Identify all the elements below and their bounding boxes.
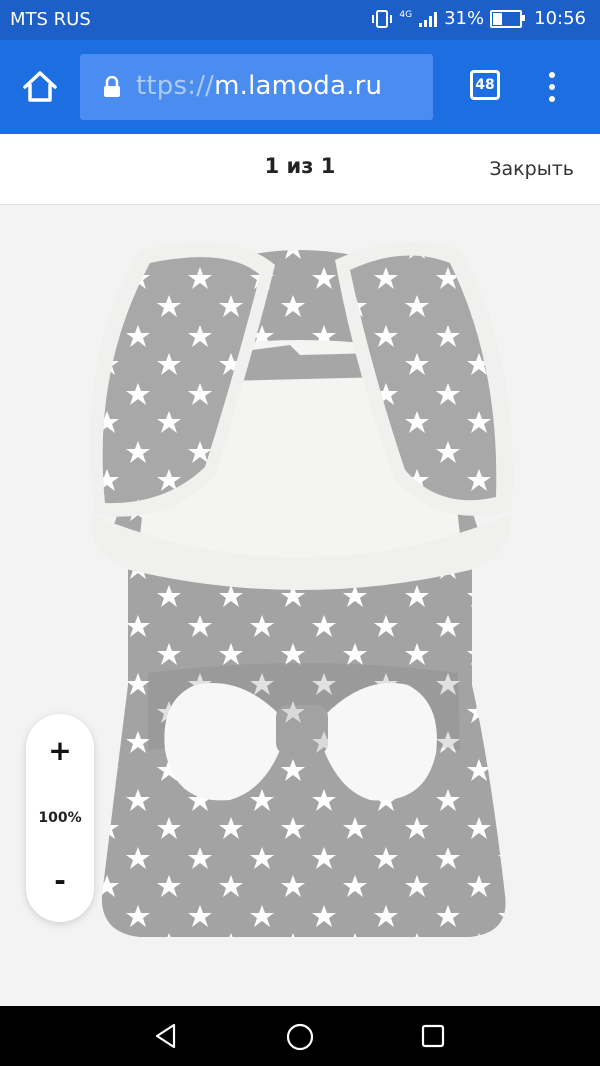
status-icons: 4G 31% 10:56	[371, 8, 586, 29]
network-type: 4G	[399, 9, 413, 20]
lock-icon	[104, 76, 120, 97]
url-bar[interactable]: ttps://m.lamoda.ru	[80, 54, 433, 120]
close-button[interactable]: Закрыть	[489, 158, 574, 180]
zoom-level: 100%	[38, 810, 82, 826]
zoom-out-button[interactable]: -	[26, 864, 94, 897]
vibrate-icon	[372, 9, 393, 28]
tab-switcher-button[interactable]: 48	[470, 70, 500, 100]
back-icon[interactable]	[152, 1022, 180, 1050]
status-bar: MTS RUS 4G 31% 10:56	[0, 0, 600, 40]
battery-percent: 31%	[444, 8, 485, 29]
browser-toolbar: ttps://m.lamoda.ru 48	[0, 40, 600, 134]
clock: 10:56	[534, 8, 586, 29]
zoom-control: + 100% -	[26, 714, 94, 922]
signal-icon	[419, 11, 438, 27]
system-nav-bar	[0, 1006, 600, 1066]
home-icon[interactable]	[20, 67, 60, 107]
gallery-header: 1 из 1 Закрыть	[0, 134, 600, 205]
recent-apps-icon[interactable]	[421, 1024, 445, 1048]
more-menu-icon[interactable]	[544, 70, 560, 104]
battery-icon	[490, 9, 526, 28]
carrier-name: MTS RUS	[10, 9, 91, 30]
home-circle-icon[interactable]	[285, 1022, 315, 1052]
url-scheme: ttps://	[136, 71, 215, 101]
url-text: ttps://m.lamoda.ru	[136, 71, 382, 101]
url-domain: m.lamoda.ru	[214, 71, 383, 101]
zoom-in-button[interactable]: +	[26, 734, 94, 767]
